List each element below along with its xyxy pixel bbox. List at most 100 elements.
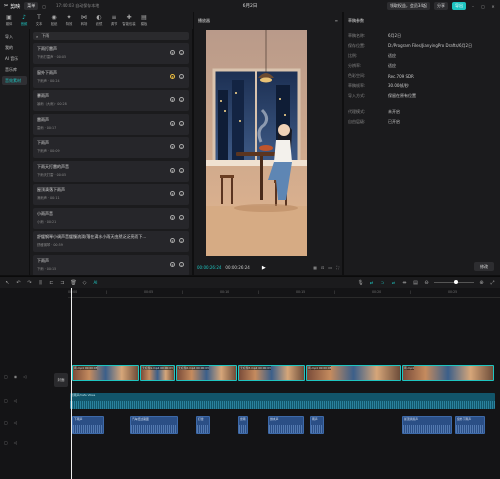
list-item[interactable]: 暴雨声 暴雨（大雨）· 00:28 ★ + <box>33 90 189 111</box>
redo-icon[interactable]: ↷ <box>26 280 33 286</box>
add-plus-icon[interactable]: + <box>179 120 184 126</box>
ai-icon[interactable]: AI <box>92 280 99 285</box>
list-item[interactable]: 舒缓钢琴小调声音缓慢流淌/落在滴水小雨天由然泛泛亮而下... 舒缓钢琴 · 00:… <box>33 231 189 252</box>
sidebar-item-0[interactable]: 导入 <box>2 32 27 41</box>
video-clip[interactable]: 无标题2.mp4 00:00:03 <box>176 365 237 381</box>
audio-clip[interactable]: 汽车经过路面 <box>130 416 178 434</box>
cover-button[interactable]: 封面 <box>54 373 68 387</box>
sidebar-item-2[interactable]: AI 音乐 <box>2 54 27 63</box>
sidebar-item-4[interactable]: 音效素材 <box>2 76 27 85</box>
audio-clip[interactable]: 打雷 <box>196 416 210 434</box>
add-plus-icon[interactable]: + <box>179 191 184 196</box>
list-item[interactable]: 下雨声 下雨声 · 00:09 ★ + <box>33 137 189 158</box>
mute-icon[interactable]: ◁ <box>23 374 26 379</box>
zoom-knob[interactable] <box>454 280 458 285</box>
lock-icon[interactable]: ▢ <box>4 420 8 425</box>
tab-6[interactable]: ◐ 滤镜 <box>92 13 106 28</box>
menu-button[interactable]: 菜单 <box>24 2 39 10</box>
fit-icon[interactable]: ⊡ <box>321 265 324 270</box>
list-item[interactable]: 小雨声音 小雨 · 00:21 ★ + <box>33 207 189 229</box>
list-item[interactable]: 下雨打雷声 下雨打雷声 · 00:05 ★ + <box>33 43 189 64</box>
lock-icon[interactable]: ▢ <box>4 374 8 379</box>
tab-2[interactable]: T 文本 <box>32 13 46 28</box>
align-icon[interactable]: ⇹ <box>401 280 408 286</box>
add-plus-icon[interactable]: + <box>179 214 184 220</box>
add-plus-icon[interactable]: + <box>179 261 184 267</box>
favorite-star-icon[interactable]: ★ <box>170 97 175 102</box>
tab-0[interactable]: ▣ 媒体 <box>2 13 16 28</box>
add-plus-icon[interactable]: + <box>179 97 184 102</box>
tab-8[interactable]: ✚ 智能包装 <box>122 13 136 28</box>
favorite-star-icon[interactable]: ★ <box>170 73 175 79</box>
volume-icon[interactable]: ◁ <box>14 420 17 425</box>
undo-icon[interactable]: ↶ <box>15 280 22 286</box>
zoom-slider[interactable] <box>434 280 474 285</box>
layout-icon[interactable]: ▢ <box>42 4 46 9</box>
play-icon[interactable]: ▶ <box>262 265 266 271</box>
volume-icon[interactable]: ◁ <box>14 440 17 445</box>
add-plus-icon[interactable]: + <box>179 238 184 243</box>
tab-1[interactable]: ♪ 音频 <box>17 13 31 28</box>
list-item[interactable]: 下雨声 下雨 · 00:15 ★ + <box>33 254 189 275</box>
video-clip[interactable]: 无标题3.mp4 00:00:03 <box>238 365 305 381</box>
favorite-star-icon[interactable]: ★ <box>170 214 175 220</box>
audio-clip[interactable]: 倒水声 <box>268 416 304 434</box>
shield-icon[interactable]: ◇ <box>81 280 88 286</box>
tab-9[interactable]: ▤ 模板 <box>137 13 151 28</box>
add-plus-icon[interactable]: + <box>179 73 184 79</box>
sidebar-item-3[interactable]: 音乐库 <box>2 65 27 74</box>
split-left-icon[interactable]: ⊏ <box>48 280 55 286</box>
vip-button[interactable]: 领取权益，会员34起 <box>386 2 430 10</box>
favorite-star-icon[interactable]: ★ <box>170 50 175 55</box>
search-input[interactable]: ⌕ 下雨 <box>33 32 189 40</box>
add-plus-icon[interactable]: + <box>179 167 184 173</box>
lock-icon[interactable]: ▢ <box>4 398 8 403</box>
minimize-icon[interactable]: – <box>470 4 476 9</box>
sidebar-item-1[interactable]: 我的 <box>2 43 27 52</box>
zoom-in-icon[interactable]: ⊕ <box>478 280 485 286</box>
favorite-star-icon[interactable]: ★ <box>170 261 175 267</box>
fit-timeline-icon[interactable]: ⤢ <box>489 280 496 286</box>
fullscreen-icon[interactable]: ⛶ <box>336 265 339 270</box>
close-icon[interactable]: ✕ <box>490 4 496 9</box>
maximize-icon[interactable]: ▢ <box>480 4 486 9</box>
ratio-icon[interactable]: ▭ <box>328 265 332 270</box>
audio-clip[interactable]: 雨声 <box>310 416 324 434</box>
list-item[interactable]: 窗外下雨声 下雨声 · 00:24 ★ + <box>33 66 189 88</box>
preview-axis-icon[interactable]: ⇌ <box>390 280 397 285</box>
audio-clip[interactable]: 屋顶滴落声 <box>402 416 452 434</box>
video-preview[interactable] <box>206 30 307 256</box>
video-clip[interactable]: 无标题1.mp4 00:00:03 <box>140 365 175 381</box>
video-clip[interactable]: 雨.mp4 <box>402 365 494 381</box>
audio-clip[interactable]: 下雨声 <box>72 416 104 434</box>
favorite-star-icon[interactable]: ★ <box>170 167 175 173</box>
split-icon[interactable]: ⫼ <box>37 280 44 286</box>
list-item[interactable]: 屋顶滴落下雨声 滴雨声 · 00:11 ★ + <box>33 184 189 205</box>
add-plus-icon[interactable]: + <box>179 144 184 149</box>
audio-clip[interactable]: 窗外下雨声 <box>455 416 485 434</box>
tab-3[interactable]: ◉ 贴纸 <box>47 13 61 28</box>
audio-clip[interactable]: 雷雨 <box>238 416 248 434</box>
volume-icon[interactable]: ◁ <box>14 398 17 403</box>
lock-icon[interactable]: ▢ <box>4 440 8 445</box>
select-icon[interactable]: ↖ <box>4 280 11 286</box>
split-right-icon[interactable]: ⊐ <box>59 280 66 286</box>
link-icon[interactable]: ⇄ <box>368 280 375 285</box>
add-plus-icon[interactable]: + <box>179 50 184 55</box>
list-item[interactable]: 雷雨声 雷雨 · 00:17 ★ + <box>33 113 189 135</box>
grid-icon[interactable]: ▦ <box>313 265 317 270</box>
more-icon[interactable]: ≡ <box>335 18 338 23</box>
tab-5[interactable]: ⋈ 转场 <box>77 13 91 28</box>
favorite-star-icon[interactable]: ★ <box>170 144 175 149</box>
delete-icon[interactable]: 🗑 <box>70 280 77 286</box>
video-clip[interactable]: 雨.mp4 00:00:05 <box>306 365 401 381</box>
favorite-star-icon[interactable]: ★ <box>170 191 175 196</box>
music-clip[interactable]: 听雨声/Cafe Vibes <box>70 393 495 409</box>
tab-7[interactable]: ≡ 调节 <box>107 13 121 28</box>
share-button[interactable]: 分享 <box>434 2 448 10</box>
video-clip[interactable]: 雨.mp4 00:00:03 <box>72 365 139 381</box>
list-item[interactable]: 下雨天打雷的声音 下雨天打雷 · 00:05 ★ + <box>33 160 189 182</box>
favorite-star-icon[interactable]: ★ <box>170 120 175 126</box>
export-button[interactable]: 导出 <box>452 2 466 10</box>
magnet-icon[interactable]: ⊃ <box>379 280 386 285</box>
